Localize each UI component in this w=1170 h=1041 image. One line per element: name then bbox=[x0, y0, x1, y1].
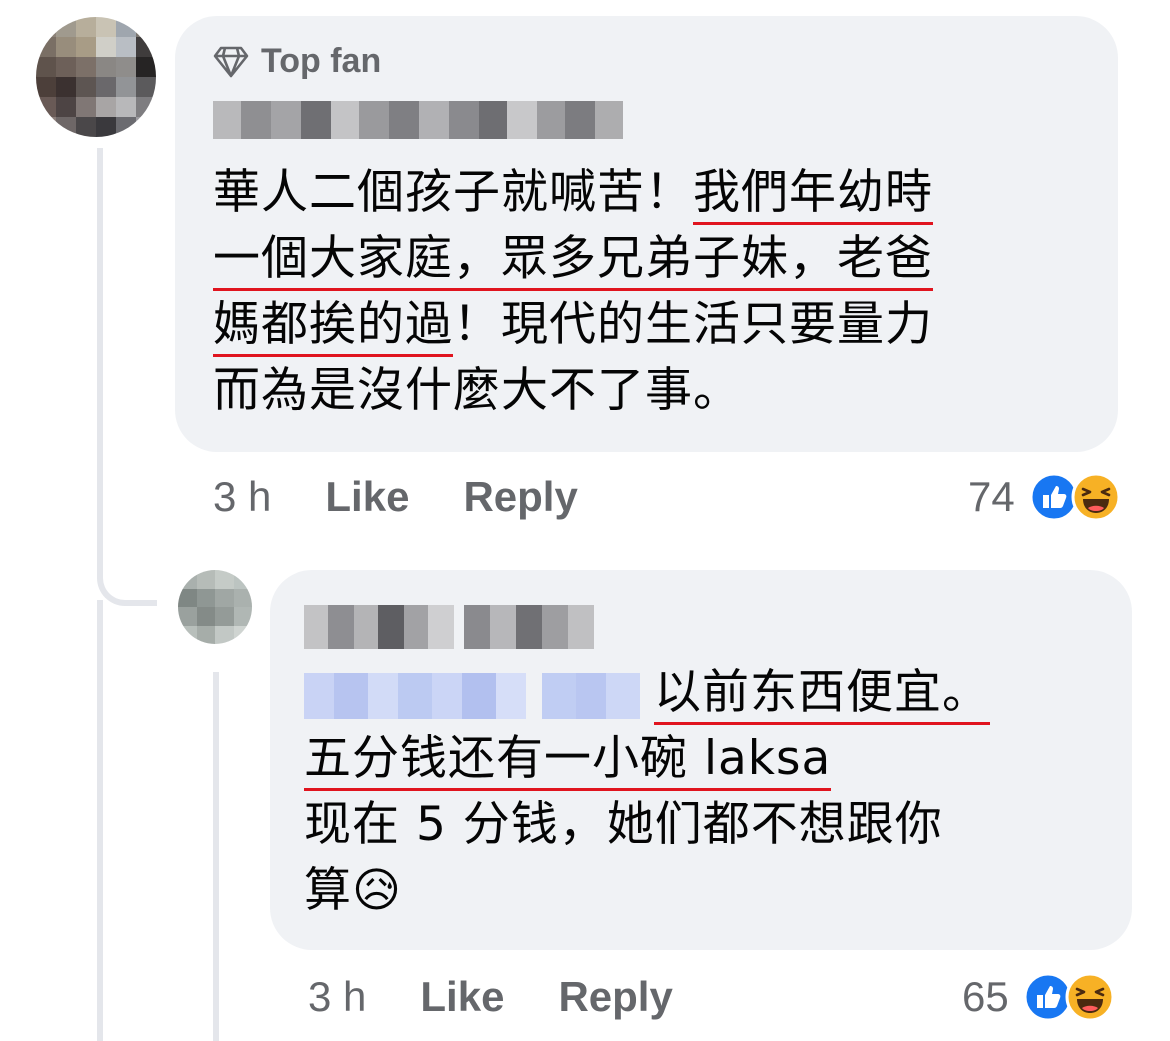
reply-thread-line bbox=[213, 672, 219, 1041]
avatar[interactable] bbox=[36, 17, 156, 137]
thread-line-continued bbox=[97, 600, 103, 1041]
commenter-name-blurred[interactable] bbox=[213, 101, 623, 139]
reply-button[interactable]: Reply bbox=[558, 973, 672, 1021]
like-button[interactable]: Like bbox=[325, 473, 409, 521]
reply-button[interactable]: Reply bbox=[463, 473, 577, 521]
reaction-summary[interactable]: 74 bbox=[968, 470, 1121, 524]
reaction-summary[interactable]: 65 bbox=[962, 970, 1115, 1024]
timestamp[interactable]: 3 h bbox=[308, 973, 366, 1021]
reaction-count: 74 bbox=[968, 473, 1015, 520]
top-fan-badge: Top fan bbox=[213, 42, 381, 81]
timestamp[interactable]: 3 h bbox=[213, 473, 271, 521]
badge-label: Top fan bbox=[261, 42, 382, 80]
reaction-count: 65 bbox=[962, 973, 1009, 1020]
haha-icon bbox=[1065, 972, 1115, 1022]
comment-actions: 3 h Like Reply bbox=[213, 470, 578, 524]
diamond-icon bbox=[213, 46, 249, 77]
mention-blurred[interactable] bbox=[304, 672, 640, 719]
reply-actions: 3 h Like Reply bbox=[308, 970, 673, 1024]
like-button[interactable]: Like bbox=[420, 973, 504, 1021]
replier-name-blurred[interactable] bbox=[304, 605, 594, 649]
reply-text: 以前东西便宜。 五分钱还有一小碗 laksa 现在 5 分钱，她们都不想跟你 算… bbox=[304, 665, 990, 918]
comment-text: 華人二個孩子就喊苦！我們年幼時 一個大家庭，眾多兄弟子妹，老爸 媽都挨的過！現代… bbox=[213, 165, 933, 418]
avatar[interactable] bbox=[178, 570, 252, 644]
thread-line bbox=[97, 148, 103, 568]
thread-branch-curve bbox=[97, 540, 157, 606]
sad-relieved-emoji: 😥 bbox=[352, 863, 402, 918]
haha-icon bbox=[1071, 472, 1121, 522]
